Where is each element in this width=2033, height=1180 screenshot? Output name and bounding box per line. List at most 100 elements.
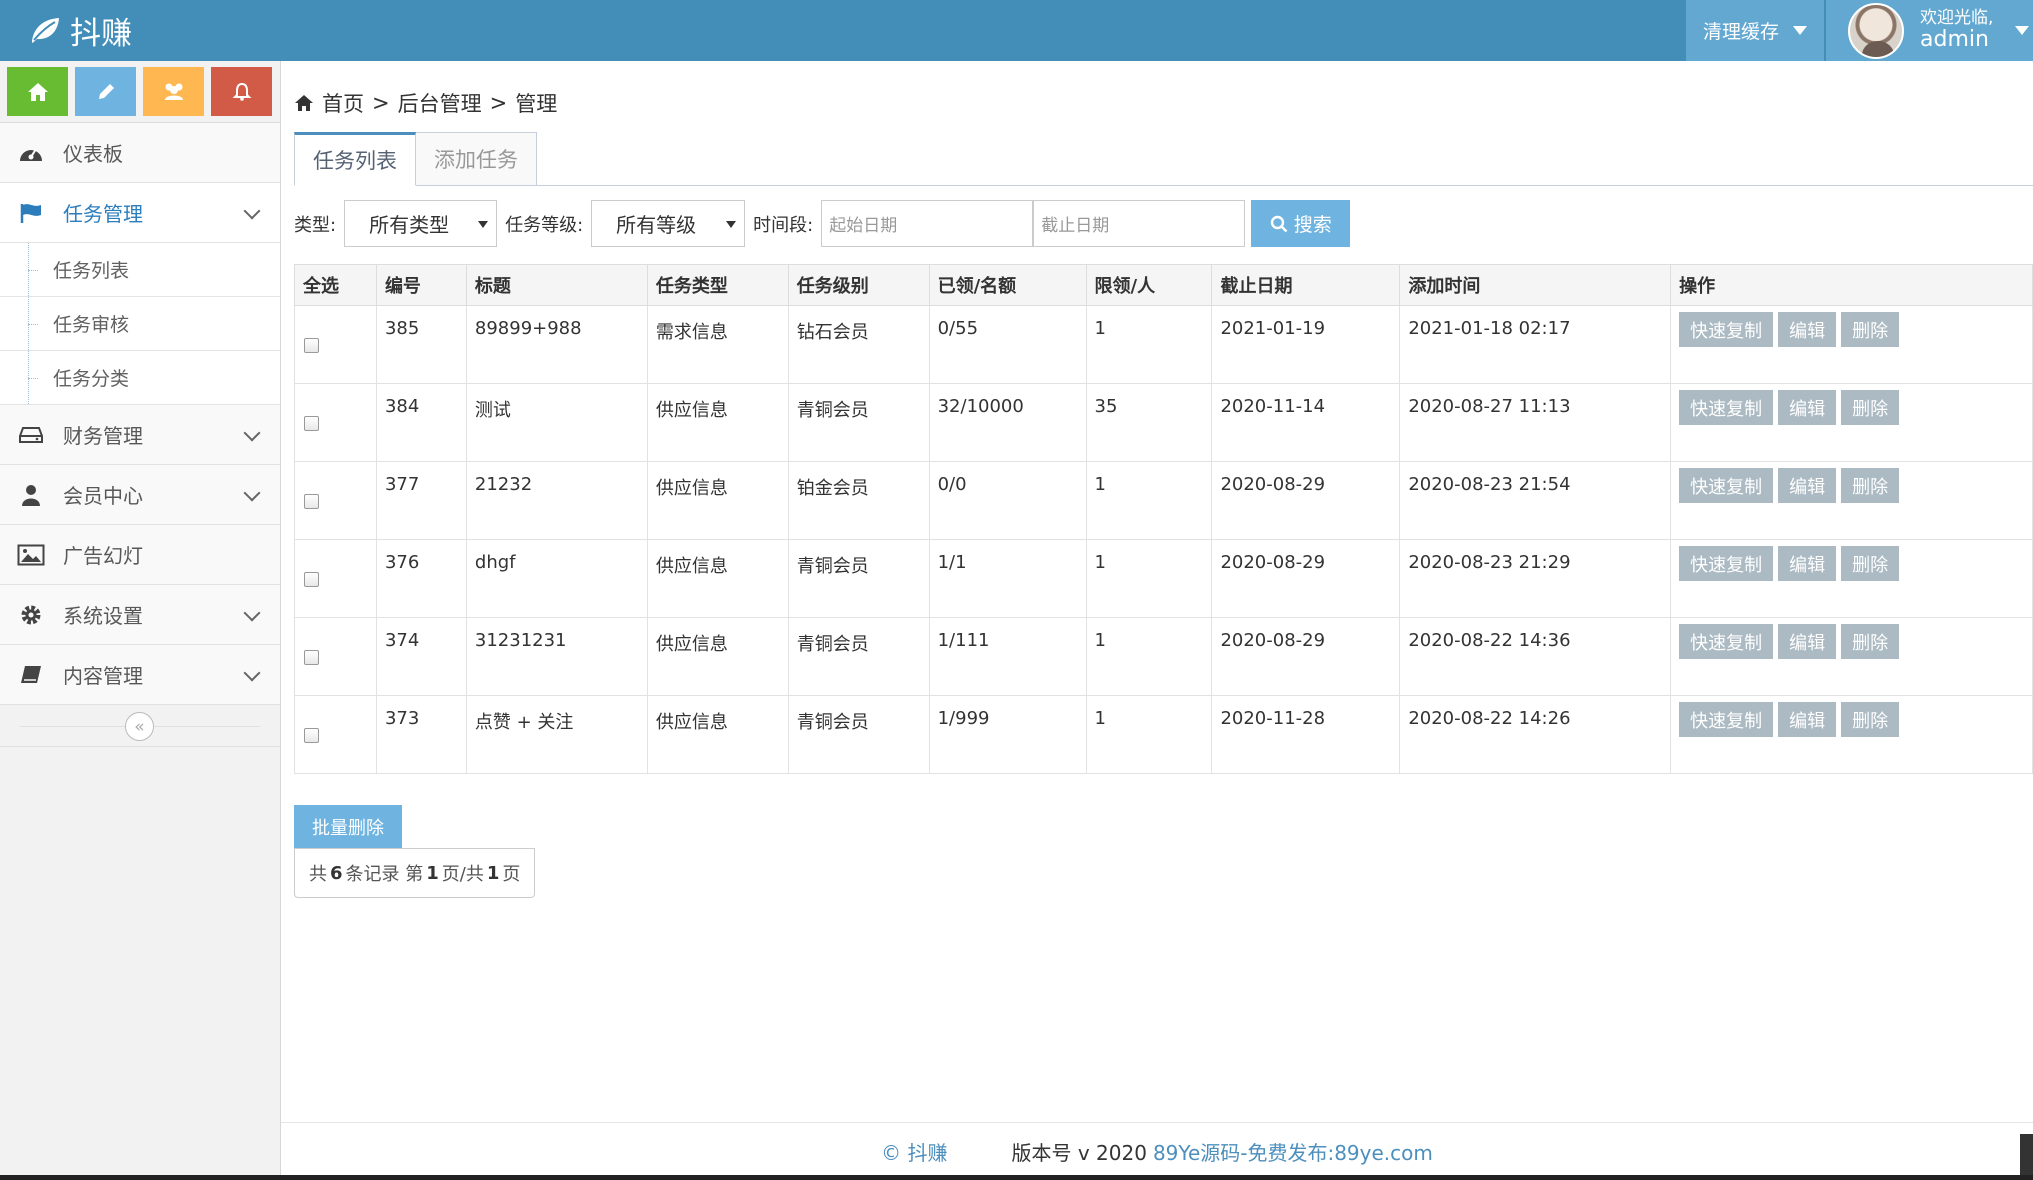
welcome-text: 欢迎光临, <box>1920 8 1994 29</box>
cell-limit: 35 <box>1085 383 1213 462</box>
cell-title: dhgf <box>465 539 648 618</box>
leaf-icon <box>32 18 59 43</box>
sidebar-item-content-management[interactable]: 内容管理 <box>0 645 280 705</box>
tab-add-task[interactable]: 添加任务 <box>415 132 537 186</box>
level-select[interactable]: 所有等级 <box>591 200 746 247</box>
collapse-sidebar-button[interactable]: « <box>125 712 154 741</box>
shortcut-edit-button[interactable] <box>75 67 136 116</box>
cell-actions: 快速复制 编辑 删除 <box>1670 695 2033 774</box>
row-checkbox[interactable] <box>304 493 319 509</box>
column-header: 任务类型 <box>646 264 789 306</box>
sidebar-collapse-bar: « <box>0 705 280 747</box>
batch-delete-button[interactable]: 批量删除 <box>294 805 402 848</box>
bell-icon <box>232 82 251 101</box>
delete-button[interactable]: 删除 <box>1841 312 1900 347</box>
chevron-down-icon <box>243 484 261 502</box>
delete-button[interactable]: 删除 <box>1841 624 1900 659</box>
quick-copy-button[interactable]: 快速复制 <box>1679 312 1774 347</box>
quick-copy-button[interactable]: 快速复制 <box>1679 468 1774 503</box>
footer-link[interactable]: 89Ye源码-免费发布:89ye.com <box>1153 1137 1433 1166</box>
delete-button[interactable]: 删除 <box>1841 390 1900 425</box>
app-logo[interactable]: 抖赚 <box>28 8 132 52</box>
end-date-input[interactable]: 截止日期 <box>1033 200 1246 247</box>
caret-down-icon <box>2015 26 2030 35</box>
column-header: 已领/名额 <box>928 264 1087 306</box>
sidebar-item-label: 会员中心 <box>63 484 143 508</box>
delete-button[interactable]: 删除 <box>1841 468 1900 503</box>
row-checkbox[interactable] <box>304 727 319 743</box>
tab-divider <box>294 185 2033 186</box>
sidebar-item-member-center[interactable]: 会员中心 <box>0 465 280 525</box>
filter-bar: 类型: 所有类型 任务等级: 所有等级 时间段: 起始日期 截止日期 搜索 <box>294 200 1351 247</box>
row-checkbox[interactable] <box>304 571 319 587</box>
sidebar: 仪表板 任务管理 任务列表 任务审核 任务分类 财务管理 会员中心 广告幻灯 系… <box>0 61 281 1180</box>
edit-button[interactable]: 编辑 <box>1778 624 1837 659</box>
cell-title: 21232 <box>465 461 648 540</box>
sidebar-subitem-task-list[interactable]: 任务列表 <box>0 243 280 297</box>
time-range-label: 时间段: <box>753 214 814 236</box>
sidebar-item-finance[interactable]: 财务管理 <box>0 405 280 465</box>
cell-title: 31231231 <box>465 617 648 696</box>
shortcut-notify-button[interactable] <box>211 67 272 116</box>
users-icon <box>164 83 183 100</box>
search-button[interactable]: 搜索 <box>1251 200 1351 247</box>
scroll-to-top-handle[interactable] <box>2020 1134 2033 1180</box>
delete-button[interactable]: 删除 <box>1841 702 1900 737</box>
sidebar-item-label: 系统设置 <box>63 604 143 628</box>
select-all-header[interactable]: 全选 <box>294 264 377 306</box>
user-menu[interactable]: 欢迎光临, admin <box>1826 0 2033 61</box>
username: admin <box>1920 26 1989 52</box>
column-header: 任务级别 <box>787 264 930 306</box>
edit-button[interactable]: 编辑 <box>1778 312 1837 347</box>
clear-cache-dropdown[interactable]: 清理缓存 <box>1686 0 1824 61</box>
column-header: 编号 <box>375 264 467 306</box>
sidebar-item-ad-slides[interactable]: 广告幻灯 <box>0 525 280 585</box>
row-checkbox[interactable] <box>304 415 319 431</box>
cell-id: 376 <box>375 539 467 618</box>
shortcut-home-button[interactable] <box>7 67 68 116</box>
cell-added-time: 2021-01-18 02:17 <box>1399 305 1672 384</box>
pager-text: 共 <box>309 864 327 885</box>
cell-limit: 1 <box>1085 461 1213 540</box>
level-select-value: 所有等级 <box>616 213 697 237</box>
cell-level: 青铜会员 <box>787 539 930 618</box>
shortcut-users-button[interactable] <box>143 67 204 116</box>
sidebar-subitem-label: 任务分类 <box>53 368 130 390</box>
dashboard-icon <box>16 140 46 166</box>
breadcrumb-current: 管理 <box>515 92 558 116</box>
cell-quota: 1/999 <box>928 695 1087 774</box>
type-select[interactable]: 所有类型 <box>344 200 498 247</box>
edit-button[interactable]: 编辑 <box>1778 390 1837 425</box>
sidebar-subitem-label: 任务审核 <box>53 314 130 336</box>
breadcrumb-section-link[interactable]: 后台管理 <box>398 88 482 118</box>
edit-button[interactable]: 编辑 <box>1778 468 1837 503</box>
home-icon <box>295 95 313 111</box>
cell-deadline: 2020-11-28 <box>1211 695 1401 774</box>
quick-copy-button[interactable]: 快速复制 <box>1679 702 1774 737</box>
edit-button[interactable]: 编辑 <box>1778 546 1837 581</box>
column-header: 标题 <box>465 264 648 306</box>
quick-copy-button[interactable]: 快速复制 <box>1679 546 1774 581</box>
cell-added-time: 2020-08-23 21:54 <box>1399 461 1672 540</box>
edit-button[interactable]: 编辑 <box>1778 702 1837 737</box>
sidebar-item-task-management[interactable]: 任务管理 <box>0 183 280 243</box>
cell-added-time: 2020-08-22 14:26 <box>1399 695 1672 774</box>
start-date-input[interactable]: 起始日期 <box>821 200 1034 247</box>
sidebar-item-system-settings[interactable]: 系统设置 <box>0 585 280 645</box>
footer-brand: © 抖赚 <box>881 1141 948 1165</box>
row-checkbox[interactable] <box>304 337 319 353</box>
delete-button[interactable]: 删除 <box>1841 546 1900 581</box>
sidebar-item-label: 广告幻灯 <box>63 544 143 568</box>
cell-quota: 0/0 <box>928 461 1087 540</box>
breadcrumb-home-link[interactable]: 首页 <box>322 88 364 118</box>
sidebar-subitem-task-category[interactable]: 任务分类 <box>0 351 280 405</box>
sidebar-item-dashboard[interactable]: 仪表板 <box>0 123 280 183</box>
row-checkbox[interactable] <box>304 649 319 665</box>
pager-text: 页 <box>502 864 521 885</box>
quick-copy-button[interactable]: 快速复制 <box>1679 624 1774 659</box>
quick-copy-button[interactable]: 快速复制 <box>1679 390 1774 425</box>
tab-task-list[interactable]: 任务列表 <box>294 132 416 186</box>
search-button-label: 搜索 <box>1293 214 1332 236</box>
table-row: 374 31231231 供应信息 青铜会员 1/111 1 2020-08-2… <box>294 617 2033 696</box>
sidebar-subitem-task-review[interactable]: 任务审核 <box>0 297 280 351</box>
